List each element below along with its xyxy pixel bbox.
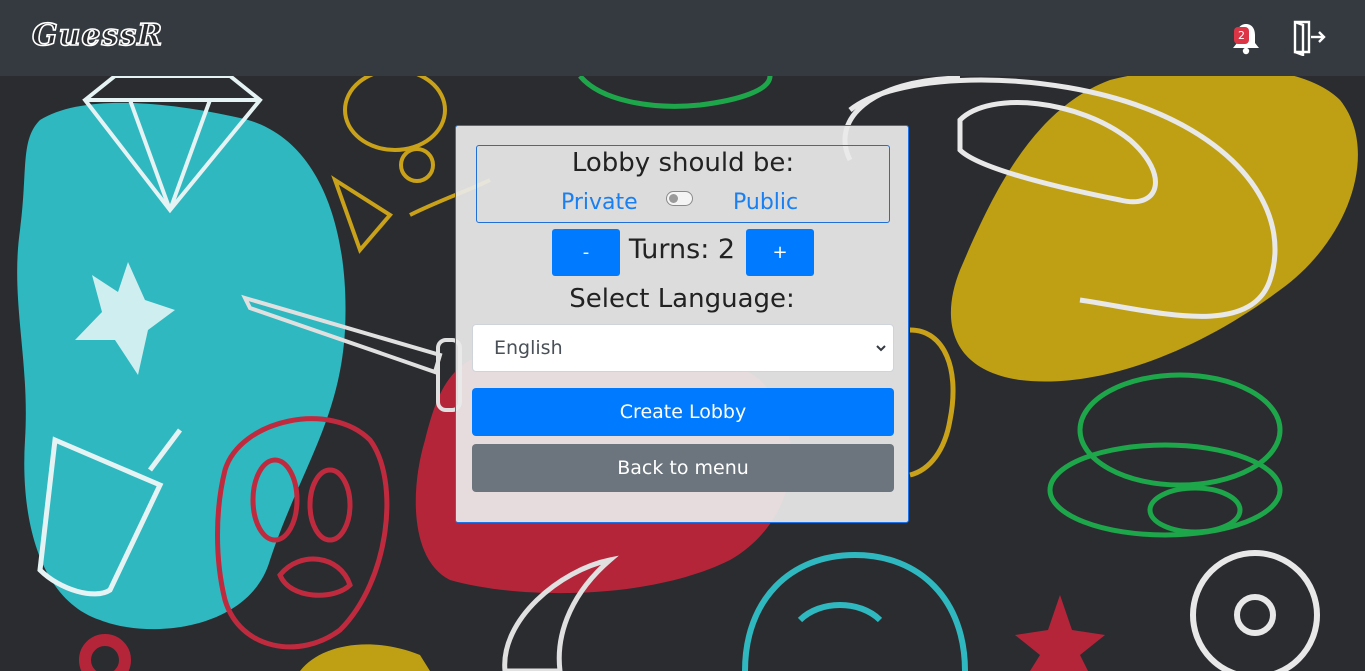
increment-turns-button[interactable]: + — [746, 229, 814, 276]
red-ring-doodle — [79, 634, 131, 671]
green-doodle-top — [578, 76, 773, 109]
back-to-menu-button[interactable]: Back to menu — [472, 444, 894, 492]
brand-logo[interactable]: GuessR — [31, 17, 163, 54]
teal-circle-doodle — [742, 551, 968, 671]
turns-count: Turns: 2 — [628, 234, 736, 265]
public-option[interactable]: Public — [733, 190, 798, 215]
privacy-section: Lobby should be: Private Public — [476, 145, 890, 223]
create-lobby-card: Lobby should be: Private Public - Turns:… — [455, 125, 909, 523]
logout-icon[interactable] — [1289, 18, 1327, 56]
decrement-turns-button[interactable]: - — [552, 229, 620, 276]
red-star-doodle — [1015, 595, 1105, 671]
create-lobby-button[interactable]: Create Lobby — [472, 388, 894, 436]
navbar: GuessR 2 — [0, 0, 1365, 76]
privacy-title: Lobby should be: — [571, 148, 795, 178]
notification-count-badge: 2 — [1234, 27, 1249, 44]
language-select[interactable]: English — [472, 324, 894, 372]
ufo-doodle — [1047, 372, 1283, 538]
gold-blob — [950, 76, 1358, 382]
toggle-knob — [669, 194, 678, 203]
language-selected-value: English — [494, 337, 563, 359]
language-title: Select Language: — [569, 284, 795, 314]
donut-doodle — [1190, 550, 1320, 671]
private-option[interactable]: Private — [561, 190, 638, 215]
gold-side-doodle — [909, 327, 956, 478]
gold-bottom-doodle — [300, 644, 430, 671]
chevron-down-icon — [876, 345, 886, 352]
privacy-toggle-switch[interactable] — [666, 191, 693, 206]
